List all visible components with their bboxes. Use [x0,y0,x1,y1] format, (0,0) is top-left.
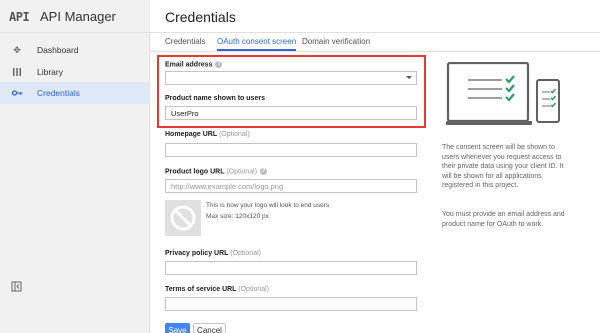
logo-url-field[interactable]: http://www.example.com/logo.png [165,179,417,193]
logo-note: This is how your logo will look to end u… [206,202,330,209]
help-icon[interactable]: ? [260,168,268,175]
tab-bar: Credentials OAuth consent screen Domain … [150,33,600,51]
app-header: API API Manager [0,0,150,33]
dashboard-icon: ✥ [13,44,21,55]
page-header: Credentials [150,0,600,33]
consent-screen-illustration [446,62,560,125]
collapse-sidebar-icon[interactable] [11,281,23,293]
privacy-url-field[interactable] [165,261,417,275]
logo-preview [165,200,201,236]
consent-requirements-paragraph: You must provide an email address and pr… [442,211,565,228]
sidebar-item-label: Dashboard [37,45,79,55]
page-title: Credentials [165,9,236,25]
terms-url-field[interactable] [165,297,417,311]
api-logo: API [9,10,30,24]
logo-url-label: Product logo URL (Optional)? [165,168,268,176]
sidebar-item-credentials[interactable]: Credentials [0,82,150,104]
tabs-divider [150,51,600,52]
tab-oauth-consent-screen[interactable]: OAuth consent screen [217,37,297,51]
product-name-field[interactable]: UserPro [165,106,417,120]
product-name-label: Product name shown to users [165,95,265,102]
sidebar-item-label: Library [37,67,63,77]
library-icon [11,66,23,78]
sidebar-item-dashboard[interactable]: ✥ Dashboard [0,39,150,61]
cancel-button[interactable]: Cancel [193,323,226,333]
terms-label: Terms of service URL (Optional) [165,286,270,293]
email-label: Email address? [165,61,223,69]
logo-size-note: Max size: 120x120 px [206,213,269,220]
tab-credentials[interactable]: Credentials [165,37,205,51]
no-image-icon [170,205,196,231]
app-title: API Manager [40,9,116,24]
consent-info-paragraph: The consent screen will be shown to user… [442,144,564,189]
save-button[interactable]: Save [165,323,190,333]
homepage-url-field[interactable] [165,143,417,157]
email-select[interactable] [165,71,417,85]
help-icon[interactable]: ? [215,61,223,68]
key-icon [11,87,23,99]
privacy-label: Privacy policy URL (Optional) [165,250,261,257]
chevron-down-icon [406,76,412,79]
sidebar-item-label: Credentials [37,88,80,98]
tab-domain-verification[interactable]: Domain verification [302,37,370,51]
sidebar-item-library[interactable]: Library [0,61,150,83]
homepage-label: Homepage URL (Optional) [165,131,250,138]
